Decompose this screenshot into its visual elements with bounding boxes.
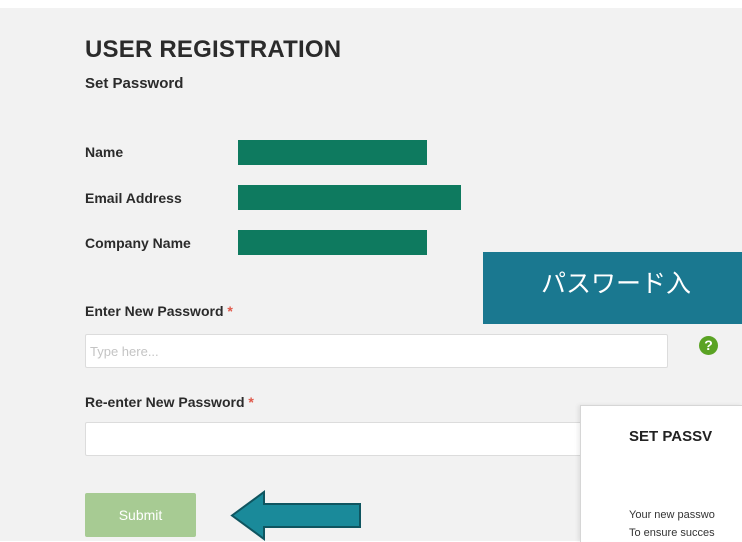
reenter-password-label: Re-enter New Password *	[85, 394, 254, 410]
new-password-input[interactable]	[85, 334, 668, 368]
reenter-password-input[interactable]	[85, 422, 585, 456]
page-subtitle: Set Password	[85, 75, 184, 92]
company-label: Company Name	[85, 235, 191, 251]
email-label: Email Address	[85, 190, 182, 206]
new-password-label: Enter New Password *	[85, 303, 233, 319]
submit-button[interactable]: Submit	[85, 493, 196, 537]
page-title: USER REGISTRATION	[85, 36, 342, 63]
new-password-label-text: Enter New Password	[85, 303, 224, 319]
japanese-banner: パスワード入	[483, 252, 742, 324]
required-mark: *	[227, 303, 233, 319]
modal-title: SET PASSV	[629, 428, 713, 445]
help-icon[interactable]: ?	[699, 336, 718, 355]
name-label: Name	[85, 144, 124, 160]
modal-text-line: To ensure succes	[629, 527, 715, 539]
company-redaction	[238, 230, 427, 255]
set-password-modal: SET PASSV Your new passwo To ensure succ…	[580, 405, 742, 542]
reenter-password-label-text: Re-enter New Password	[85, 394, 245, 410]
required-mark: *	[248, 394, 254, 410]
name-redaction	[238, 140, 427, 165]
email-redaction	[238, 185, 461, 210]
modal-text-line: Your new passwo	[629, 509, 715, 521]
arrow-left-icon	[230, 490, 361, 541]
